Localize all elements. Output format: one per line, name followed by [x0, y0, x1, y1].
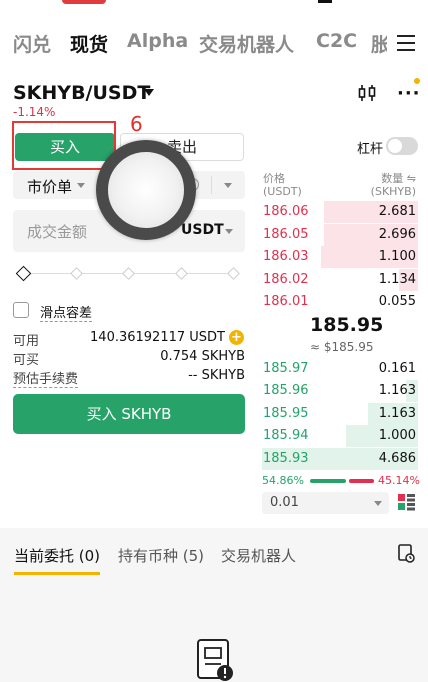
bid-row[interactable]: 185.95 1.163	[262, 403, 418, 425]
tab-holdings[interactable]: 持有币种 (5)	[118, 545, 204, 566]
leverage-toggle-knob	[388, 139, 402, 153]
bid-price: 185.95	[263, 406, 309, 421]
bid-qty: 1.000	[378, 428, 416, 443]
bid-row[interactable]: 185.93 4.686	[262, 448, 418, 470]
order-history-icon[interactable]	[398, 544, 415, 563]
can-buy-value: 0.754 SKHYB	[160, 349, 245, 364]
slider-step-25[interactable]	[70, 267, 83, 280]
candlestick-chart-icon[interactable]	[358, 84, 376, 102]
bid-price: 185.93	[263, 451, 309, 466]
ask-price: 186.01	[263, 294, 309, 309]
amount-unit-select[interactable]: USDT	[181, 222, 224, 238]
slippage-label[interactable]: 滑点容差	[40, 302, 93, 322]
amount-placeholder: 成交金额	[27, 223, 88, 241]
bid-price: 185.96	[263, 383, 309, 398]
chevron-down-icon[interactable]	[144, 89, 154, 96]
orderbook-layout-icon[interactable]	[398, 494, 415, 511]
annotation-highlight-box	[12, 121, 116, 170]
ask-qty: 2.681	[378, 204, 416, 219]
bid-qty: 0.161	[378, 361, 416, 376]
bid-row[interactable]: 185.94 1.000	[262, 425, 418, 447]
slider-step-50[interactable]	[122, 267, 135, 280]
slider-handle[interactable]	[15, 265, 32, 282]
pair-symbol[interactable]: SKHYB/USDT	[13, 82, 150, 104]
tab-open-orders[interactable]: 当前委托 (0)	[14, 545, 100, 566]
orderbook-price-unit: (USDT)	[263, 185, 302, 198]
annotation-step-number: 6	[130, 112, 143, 136]
ask-qty: 0.055	[378, 294, 416, 309]
ask-price: 186.06	[263, 204, 309, 219]
bid-row[interactable]: 185.96 1.163	[262, 380, 418, 402]
bid-qty: 1.163	[378, 383, 416, 398]
buy-submit-button[interactable]: 买入 SKHYB	[13, 394, 245, 434]
add-funds-icon[interactable]: +	[229, 330, 244, 345]
status-bar-icon	[318, 0, 332, 3]
slider-step-100[interactable]	[227, 267, 240, 280]
available-value: 140.36192117 USDT	[90, 330, 225, 345]
chevron-down-icon	[225, 229, 233, 234]
buy-ratio-bar	[310, 479, 346, 483]
bid-price: 185.94	[263, 428, 309, 443]
tab-spot[interactable]: 现货	[70, 30, 108, 57]
divider	[211, 176, 212, 194]
ask-row[interactable]: 186.05 2.696	[262, 224, 418, 246]
chevron-down-icon	[77, 183, 85, 188]
bid-row[interactable]: 185.97 0.161	[262, 358, 418, 380]
ask-qty: 2.696	[378, 227, 416, 242]
fee-value: -- SKHYB	[188, 368, 245, 383]
chevron-down-icon	[374, 501, 382, 506]
last-price[interactable]: 185.95	[310, 314, 383, 336]
orderbook-qty-header[interactable]: 数量 ⇋	[381, 170, 416, 186]
menu-icon[interactable]	[397, 35, 415, 51]
can-buy-label: 可买	[13, 353, 40, 368]
active-tab-indicator	[14, 572, 100, 575]
bid-qty: 4.686	[378, 451, 416, 466]
orderbook-price-header: 价格	[263, 172, 285, 185]
fee-label[interactable]: 预估手续费	[13, 368, 79, 388]
ask-qty: 1.100	[378, 249, 416, 264]
tab-flash-swap[interactable]: 闪兑	[13, 30, 51, 57]
last-price-fiat: ≈ $185.95	[310, 340, 374, 354]
ask-row[interactable]: 186.01 0.055	[262, 291, 418, 313]
ask-row[interactable]: 186.02 1.134	[262, 269, 418, 291]
sell-ratio: 45.14%	[378, 474, 420, 487]
sell-ratio-bar	[349, 479, 374, 483]
more-options-icon[interactable]: ···	[397, 85, 421, 103]
bid-qty: 1.163	[378, 406, 416, 421]
ask-price: 186.02	[263, 272, 309, 287]
ask-price: 186.03	[263, 249, 309, 264]
status-bar-indicator	[62, 0, 106, 4]
slippage-checkbox[interactable]	[13, 302, 29, 318]
empty-orders-icon	[196, 638, 236, 682]
orderbook-qty-unit: (SKHYB)	[370, 185, 416, 198]
precision-value: 0.01	[270, 495, 299, 510]
tab-c2c[interactable]: C2C	[316, 30, 357, 52]
tab-more-truncated[interactable]: 胀	[371, 30, 387, 57]
loading-spinner	[96, 140, 196, 240]
ask-price: 186.05	[263, 227, 309, 242]
tab-trading-bot[interactable]: 交易机器人	[199, 30, 294, 57]
buy-ratio: 54.86%	[262, 474, 304, 487]
ask-row[interactable]: 186.03 1.100	[262, 246, 418, 268]
notification-dot	[414, 78, 420, 84]
tab-alpha[interactable]: Alpha	[127, 30, 188, 52]
tab-trading-bots[interactable]: 交易机器人	[221, 545, 296, 566]
order-type-value: 市价单	[27, 178, 73, 196]
chevron-down-icon[interactable]	[224, 183, 232, 188]
leverage-label: 杠杆	[357, 142, 384, 157]
price-change-percent: -1.14%	[13, 105, 56, 119]
bid-price: 185.97	[263, 361, 309, 376]
slider-step-75[interactable]	[175, 267, 188, 280]
ask-qty: 1.134	[378, 272, 416, 287]
available-label: 可用	[13, 334, 40, 349]
ask-row[interactable]: 186.06 2.681	[262, 201, 418, 223]
